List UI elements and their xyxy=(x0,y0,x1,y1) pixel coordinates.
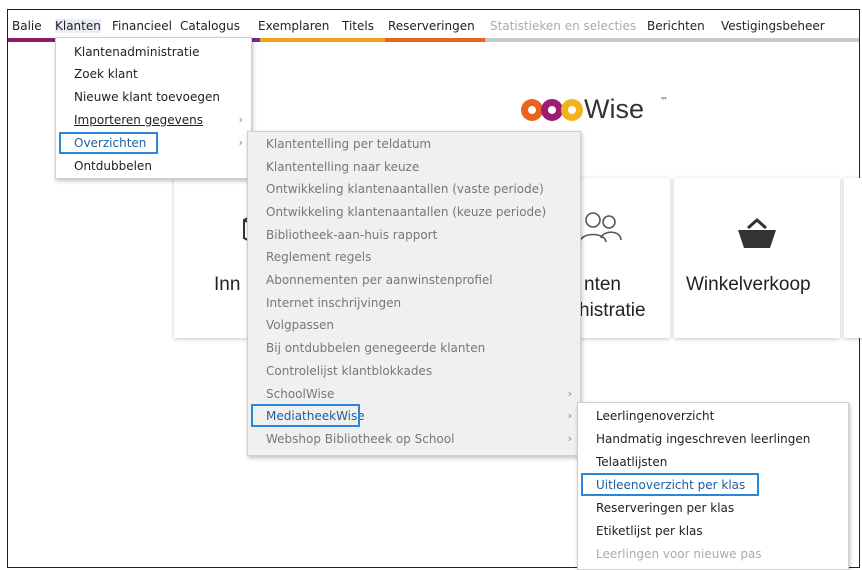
menu-item-klantenadministratie[interactable]: Klantenadministratie xyxy=(56,42,251,64)
menu-item-label: Bibliotheek-aan-huis rapport xyxy=(266,228,438,242)
menu-item-leerlingenoverzicht[interactable]: Leerlingenoverzicht xyxy=(578,406,848,428)
menu-item-label: Abonnementen per aanwinstenprofiel xyxy=(266,273,493,287)
menu-item-bibliotheek-aan-huis[interactable]: Bibliotheek-aan-huis rapport xyxy=(248,225,580,247)
menu-titels[interactable]: Titels xyxy=(342,19,374,33)
menu-item-ontdubbelen[interactable]: Ontdubbelen xyxy=(56,156,251,178)
accent-stripe xyxy=(385,38,485,42)
klanten-menu: Klantenadministratie Zoek klant Nieuwe k… xyxy=(55,37,252,179)
menu-item-label: Klantentelling naar keuze xyxy=(266,160,420,174)
selection-highlight xyxy=(59,132,158,154)
menu-item-label: Volgpassen xyxy=(266,318,335,332)
menu-item-ontwikkeling-vast[interactable]: Ontwikkeling klantenaantallen (vaste per… xyxy=(248,179,580,201)
selection-highlight xyxy=(251,404,360,427)
menu-catalogus[interactable]: Catalogus xyxy=(180,19,240,33)
tile-partial[interactable] xyxy=(844,178,862,338)
menu-item-label: Ontwikkeling klantenaantallen (keuze per… xyxy=(266,205,547,219)
menu-item-webshop[interactable]: Webshop Bibliotheek op School › xyxy=(248,429,580,451)
menu-item-label: SchoolWise xyxy=(266,387,335,401)
menu-balie[interactable]: Balie xyxy=(12,19,42,33)
menu-item-reserveringen-per-klas[interactable]: Reserveringen per klas xyxy=(578,498,848,520)
menu-item-label: Handmatig ingeschreven leerlingen xyxy=(596,432,811,446)
menu-financieel[interactable]: Financieel xyxy=(112,19,172,33)
logo-text: Wise xyxy=(584,94,644,124)
chevron-right-icon: › xyxy=(567,432,572,445)
menu-item-label: Reserveringen per klas xyxy=(596,501,735,515)
tile-label: Inn xyxy=(214,274,241,295)
menu-item-label: Bij ontdubbelen genegeerde klanten xyxy=(266,341,486,355)
chevron-right-icon: › xyxy=(567,387,572,400)
menu-item-etiketlijst[interactable]: Etiketlijst per klas xyxy=(578,521,848,543)
accent-stripe xyxy=(485,38,859,42)
menu-item-label: Webshop Bibliotheek op School xyxy=(266,432,455,446)
menu-item-ontwikkeling-keuze[interactable]: Ontwikkeling klantenaantallen (keuze per… xyxy=(248,202,580,224)
menu-statistieken[interactable]: Statistieken en selecties xyxy=(490,19,636,33)
menu-item-label: Reglement regels xyxy=(266,250,372,264)
accent-stripe xyxy=(260,38,385,42)
tile-label: nten xyxy=(584,274,621,295)
menu-item-label: Internet inschrijvingen xyxy=(266,296,402,310)
menu-item-label: Importeren gegevens xyxy=(74,113,204,127)
tile-label: Winkelverkoop xyxy=(686,274,811,295)
menu-item-label: Leerlingenoverzicht xyxy=(596,409,715,423)
menu-item-label: Nieuwe klant toevoegen xyxy=(74,90,220,104)
menu-item-abonnementen[interactable]: Abonnementen per aanwinstenprofiel xyxy=(248,270,580,292)
tile-winkelverkoop[interactable]: Winkelverkoop xyxy=(674,178,840,338)
menu-exemplaren[interactable]: Exemplaren xyxy=(258,19,329,33)
chevron-right-icon: › xyxy=(238,136,243,149)
menu-item-label: Ontwikkeling klantenaantallen (vaste per… xyxy=(266,182,544,196)
selection-highlight xyxy=(581,473,759,496)
tile-label: histratie xyxy=(579,300,646,321)
menu-reserveringen[interactable]: Reserveringen xyxy=(388,19,475,33)
chevron-right-icon: › xyxy=(567,409,572,422)
menu-item-telaatlijsten[interactable]: Telaatlijsten xyxy=(578,452,848,474)
menu-item-label: Zoek klant xyxy=(74,67,138,81)
logo-trademark: ™ xyxy=(660,96,668,105)
menu-item-label: Ontdubbelen xyxy=(74,159,152,173)
menu-item-internet-inschrijvingen[interactable]: Internet inschrijvingen xyxy=(248,293,580,315)
menu-item-handmatig-ingeschreven[interactable]: Handmatig ingeschreven leerlingen xyxy=(578,429,848,451)
basket-icon xyxy=(738,217,776,248)
menu-item-label: Telaatlijsten xyxy=(596,455,668,469)
menu-vestigingsbeheer[interactable]: Vestigingsbeheer xyxy=(721,19,825,33)
menu-klanten[interactable]: Klanten xyxy=(55,19,101,33)
menu-item-label: Etiketlijst per klas xyxy=(596,524,703,538)
menu-item-importeren[interactable]: Importeren gegevens › xyxy=(56,110,251,132)
menu-item-label: Klantentelling per teldatum xyxy=(266,137,432,151)
menu-item-klantentelling-teldatum[interactable]: Klantentelling per teldatum xyxy=(248,134,580,156)
people-icon xyxy=(579,212,622,243)
menu-item-controlelijst[interactable]: Controlelijst klantblokkades xyxy=(248,361,580,383)
menu-item-leerlingen-nieuwe-pas[interactable]: Leerlingen voor nieuwe pas xyxy=(578,544,848,566)
menu-berichten[interactable]: Berichten xyxy=(647,19,705,33)
menu-item-schoolwise[interactable]: SchoolWise › xyxy=(248,384,580,406)
menu-item-label: Klantenadministratie xyxy=(74,45,200,59)
menu-item-genegeerde-klanten[interactable]: Bij ontdubbelen genegeerde klanten xyxy=(248,338,580,360)
menu-item-volgpassen[interactable]: Volgpassen xyxy=(248,315,580,337)
menu-bar: Balie Klanten Financieel Catalogus Exemp… xyxy=(8,10,859,40)
menu-item-label: Controlelijst klantblokkades xyxy=(266,364,433,378)
menu-item-reglement-regels[interactable]: Reglement regels xyxy=(248,247,580,269)
menu-item-zoek-klant[interactable]: Zoek klant xyxy=(56,64,251,86)
menu-item-label: Leerlingen voor nieuwe pas xyxy=(596,547,762,561)
chevron-right-icon: › xyxy=(238,113,243,126)
menu-item-klantentelling-keuze[interactable]: Klantentelling naar keuze xyxy=(248,157,580,179)
menu-item-nieuwe-klant[interactable]: Nieuwe klant toevoegen xyxy=(56,87,251,109)
